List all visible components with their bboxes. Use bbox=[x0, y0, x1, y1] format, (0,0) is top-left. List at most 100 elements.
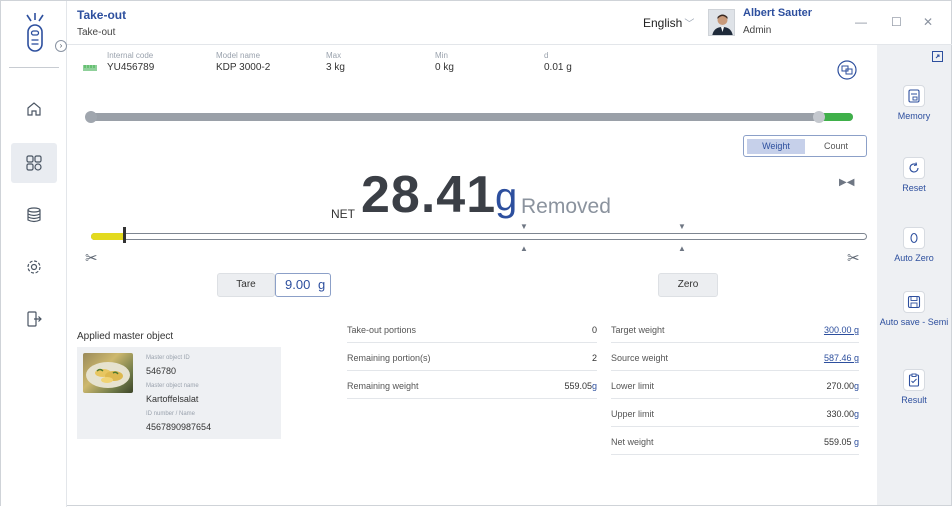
source-weight-link[interactable]: 587.46 g bbox=[824, 353, 859, 363]
result-clipboard-icon bbox=[903, 369, 925, 391]
sidebar-collapse-button[interactable]: › bbox=[55, 40, 67, 52]
row-value: 559.05g bbox=[564, 381, 597, 391]
checkweigh-bar-pointer bbox=[123, 227, 126, 243]
row-label: Source weight bbox=[611, 353, 669, 363]
master-idnum-value: 4567890987654 bbox=[146, 422, 212, 432]
row-unit: g bbox=[591, 381, 597, 391]
reset-icon bbox=[903, 157, 925, 179]
row-label: Target weight bbox=[611, 325, 665, 335]
sidebar-home[interactable] bbox=[11, 89, 57, 129]
master-object-image bbox=[83, 353, 133, 393]
memory-label: Memory bbox=[897, 111, 931, 121]
stability-indicator-icon: ▶◀ bbox=[839, 177, 855, 188]
checkweigh-bar bbox=[91, 233, 867, 240]
weight-status: Removed bbox=[521, 195, 611, 218]
tare-button[interactable]: Tare bbox=[217, 273, 275, 297]
avatar[interactable] bbox=[708, 9, 735, 36]
tare-value: 9.00 bbox=[285, 277, 311, 292]
capacity-bar-fill bbox=[821, 113, 853, 121]
row-value: 330.00g bbox=[826, 409, 859, 419]
row-value: 559.05 g bbox=[824, 437, 859, 447]
scissors-icon: ✂ bbox=[85, 250, 98, 267]
target-weight-link[interactable]: 300.00 g bbox=[824, 325, 859, 335]
auto-zero-button[interactable]: Auto Zero bbox=[877, 227, 951, 264]
row-value: 2 bbox=[591, 353, 597, 363]
close-button[interactable]: ✕ bbox=[923, 15, 933, 29]
info-label: Min bbox=[435, 51, 448, 60]
target-row: Upper limit 330.00g bbox=[611, 401, 859, 427]
row-number: 559.05 bbox=[564, 381, 592, 391]
floppy-icon bbox=[903, 291, 925, 313]
row-unit: g bbox=[853, 437, 859, 447]
switch-scale-icon[interactable] bbox=[837, 60, 857, 80]
scissors-open-icon: ✂ bbox=[847, 250, 860, 267]
user-name[interactable]: Albert Sauter bbox=[743, 7, 812, 19]
master-id-label: Master object ID bbox=[146, 355, 190, 361]
apps-grid-icon bbox=[26, 155, 42, 171]
info-value: 3 kg bbox=[326, 62, 345, 73]
header: Take-out Take-out English ﹀ Albert Sauter… bbox=[67, 1, 952, 45]
result-button[interactable]: Result bbox=[877, 369, 951, 406]
mode-weight[interactable]: Weight bbox=[747, 139, 805, 154]
row-number: 270.00 bbox=[826, 381, 854, 391]
info-label: Internal code bbox=[107, 51, 154, 60]
row-unit: g bbox=[853, 409, 859, 419]
auto-zero-label: Auto Zero bbox=[894, 253, 934, 263]
left-sidebar bbox=[1, 1, 67, 507]
gear-icon bbox=[27, 260, 41, 274]
sidebar-logout[interactable] bbox=[11, 299, 57, 339]
info-value: 0 kg bbox=[435, 62, 454, 73]
master-object-card[interactable]: Master object ID 546780 Master object na… bbox=[77, 347, 281, 439]
auto-save-button[interactable]: Auto save - Semi bbox=[877, 291, 951, 328]
row-number: 559.05 bbox=[823, 437, 852, 447]
info-min: Min 0 kg bbox=[435, 51, 454, 73]
info-label: Max bbox=[326, 51, 342, 60]
target-row: Lower limit 270.00g bbox=[611, 373, 859, 399]
master-object-title: Applied master object bbox=[77, 331, 174, 342]
auto-save-label: Auto save - Semi bbox=[879, 317, 949, 327]
zero-button[interactable]: Zero bbox=[658, 273, 718, 297]
user-portrait-icon bbox=[709, 10, 734, 35]
weight-value: 28.41 bbox=[361, 166, 497, 224]
action-panel: Memory Reset Auto Zero Auto save - Semi bbox=[877, 45, 951, 505]
scale-logo-icon bbox=[26, 13, 44, 52]
weight-unit: g bbox=[495, 175, 518, 219]
maximize-button[interactable]: ☐ bbox=[891, 15, 902, 29]
target-row: Target weight 300.00 g bbox=[611, 317, 859, 343]
row-label: Lower limit bbox=[611, 381, 655, 391]
row-value: 0 bbox=[591, 325, 597, 335]
minimize-button[interactable]: — bbox=[855, 15, 867, 29]
sidebar-settings[interactable] bbox=[11, 247, 57, 287]
info-label: Model name bbox=[216, 51, 261, 60]
info-model-name: Model name KDP 3000-2 bbox=[216, 51, 270, 73]
info-value: YU456789 bbox=[107, 62, 155, 73]
capacity-bar-start bbox=[85, 111, 97, 123]
mode-count[interactable]: Count bbox=[807, 139, 865, 154]
user-role: Admin bbox=[743, 25, 772, 36]
home-icon bbox=[27, 102, 41, 116]
info-max: Max 3 kg bbox=[326, 51, 345, 73]
tare-value-field[interactable]: 9.00 g bbox=[275, 273, 331, 297]
master-idnum-label: ID number / Name bbox=[146, 411, 196, 417]
row-label: Take-out portions bbox=[347, 325, 417, 335]
memory-button[interactable]: Memory bbox=[877, 85, 951, 122]
language-select[interactable]: English ﹀ bbox=[643, 15, 694, 30]
upper-marker-bottom: ▲ bbox=[678, 244, 686, 253]
capacity-bar bbox=[87, 113, 853, 121]
portion-row: Remaining weight 559.05g bbox=[347, 373, 597, 399]
info-value: KDP 3000-2 bbox=[216, 62, 271, 73]
sidebar-divider bbox=[9, 67, 59, 68]
sidebar-database[interactable] bbox=[11, 195, 57, 235]
memory-icon bbox=[903, 85, 925, 107]
page-subtitle: Take-out bbox=[77, 27, 116, 38]
info-label: d bbox=[544, 51, 549, 60]
expand-icon[interactable] bbox=[932, 51, 943, 62]
reset-button[interactable]: Reset bbox=[877, 157, 951, 194]
lower-marker-bottom: ▲ bbox=[520, 244, 528, 253]
chevron-down-icon: ﹀ bbox=[684, 19, 695, 30]
language-value: English bbox=[643, 16, 683, 30]
row-unit: g bbox=[853, 381, 859, 391]
row-label: Upper limit bbox=[611, 409, 655, 419]
sidebar-applications[interactable] bbox=[11, 143, 57, 183]
logout-icon bbox=[27, 311, 42, 327]
